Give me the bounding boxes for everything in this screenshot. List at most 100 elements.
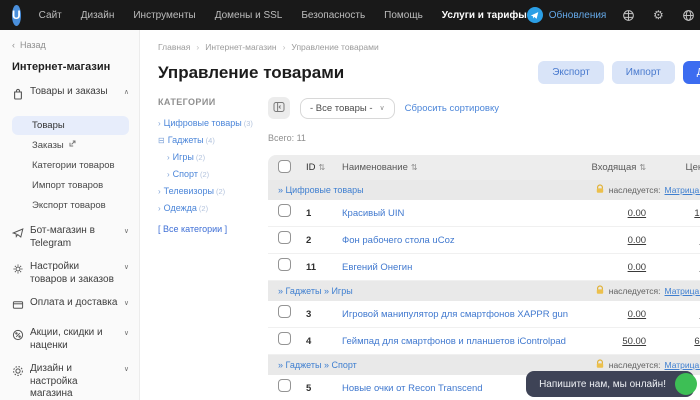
category-label: Игры: [172, 152, 194, 162]
back-button[interactable]: ‹ Назад: [12, 40, 129, 50]
sidebar-item-product-categories[interactable]: Категории товаров: [12, 156, 129, 175]
expand-arrow-icon[interactable]: ›: [167, 153, 170, 162]
category-gadgets[interactable]: ⊟ Гаджеты (4): [158, 132, 254, 149]
sidebar-section-products-orders[interactable]: Товары и заказы ∧: [12, 86, 129, 105]
collapse-panel-button[interactable]: [268, 97, 290, 119]
row-checkbox[interactable]: [278, 231, 291, 244]
row-checkbox[interactable]: [278, 204, 291, 217]
select-all-checkbox[interactable]: [278, 160, 291, 173]
chat-operator-avatar: [675, 373, 697, 395]
expand-arrow-icon[interactable]: ›: [158, 119, 161, 128]
sidebar-item-products[interactable]: Товары: [12, 116, 129, 135]
breadcrumb-home[interactable]: Главная: [158, 42, 190, 52]
sort-icon[interactable]: ⇅: [411, 163, 418, 172]
nav-item-tools[interactable]: Инструменты: [133, 10, 195, 21]
incoming-price-value[interactable]: 0.00: [628, 262, 647, 273]
top-navbar: U Сайт Дизайн Инструменты Домены и SSL Б…: [0, 0, 700, 30]
header-id[interactable]: ID ⇅: [306, 162, 342, 173]
table-row: 11 Евгений Онегин 0.00 1.00 ×: [268, 254, 700, 281]
sidebar-item-product-import[interactable]: Импорт товаров: [12, 176, 129, 195]
price-matrix-link[interactable]: Матрица цен по умолчанию: [665, 360, 700, 370]
nav-item-help[interactable]: Помощь: [384, 10, 423, 21]
price-matrix-link[interactable]: Матрица цен по умолчанию: [665, 185, 700, 195]
telegram-updates-icon[interactable]: [526, 7, 543, 23]
incoming-price-value[interactable]: 0.00: [628, 235, 647, 246]
lock-icon: [595, 285, 605, 297]
chat-widget[interactable]: Напишите нам, мы онлайн!: [526, 371, 697, 397]
all-categories-link[interactable]: [ Все категории ]: [158, 224, 254, 234]
incoming-price-value[interactable]: 0.00: [628, 309, 647, 320]
category-games[interactable]: › Игры (2): [158, 149, 254, 166]
product-id: 5: [306, 382, 312, 394]
back-chevron-icon: ‹: [12, 40, 15, 50]
section-label: Настройки товаров и заказов: [30, 261, 114, 285]
product-name-link[interactable]: Фон рабочего стола uCoz: [342, 235, 574, 246]
row-checkbox[interactable]: [278, 258, 291, 271]
category-label: Телевизоры: [163, 186, 214, 196]
sort-icon[interactable]: ⇅: [319, 163, 326, 172]
category-digital-goods[interactable]: › Цифровые товары (3): [158, 115, 254, 132]
total-count: Всего: 11: [268, 133, 306, 143]
sidebar-section-promotions-discounts[interactable]: Акции, скидки и наценки ∨: [12, 327, 129, 352]
header-name[interactable]: Наименование ⇅: [342, 162, 574, 173]
collapse-arrow-icon[interactable]: ⊟: [158, 136, 165, 145]
products-filter-dropdown[interactable]: - Все товары - ∨: [300, 97, 395, 119]
category-sport[interactable]: › Спорт (2): [158, 166, 254, 183]
category-clothes[interactable]: › Одежда (2): [158, 200, 254, 217]
nav-item-services-tariffs[interactable]: Услуги и тарифы: [442, 10, 527, 21]
lock-icon: [595, 184, 605, 196]
product-name-link[interactable]: Игровой манипулятор для смартфонов XAPPR…: [342, 309, 574, 320]
price-value[interactable]: 60.00: [694, 336, 700, 347]
expand-arrow-icon[interactable]: ›: [158, 204, 161, 213]
export-button[interactable]: Экспорт: [538, 61, 604, 84]
sidebar-section-shop-design-settings[interactable]: Дизайн и настройка магазина ∨: [12, 363, 129, 400]
sort-icon[interactable]: ⇅: [639, 163, 646, 172]
item-label: Категории товаров: [32, 160, 115, 171]
incoming-price-value[interactable]: 0.00: [628, 208, 647, 219]
product-name-link[interactable]: Красивый UIN: [342, 208, 574, 219]
group-category-link[interactable]: » Цифровые товары: [278, 185, 364, 195]
credit-card-icon: [12, 297, 24, 316]
reset-sorting-link[interactable]: Сбросить сортировку: [405, 103, 499, 114]
sidebar-section-payment-delivery[interactable]: Оплата и доставка ∨: [12, 297, 129, 316]
breadcrumb-shop[interactable]: Интернет-магазин: [205, 42, 276, 52]
expand-arrow-icon[interactable]: ›: [167, 170, 170, 179]
sidebar-section-product-order-settings[interactable]: Настройки товаров и заказов ∨: [12, 261, 129, 286]
expand-arrow-icon[interactable]: ›: [158, 187, 161, 196]
bag-icon: [12, 86, 24, 105]
category-tvs[interactable]: › Телевизоры (2): [158, 183, 254, 200]
language-icon[interactable]: [620, 7, 636, 23]
main-content: Главная › Интернет-магазин › Управление …: [140, 30, 700, 400]
chevron-down-icon: ∨: [379, 105, 385, 112]
header-incoming[interactable]: Входящая ⇅: [574, 162, 647, 173]
sidebar-item-orders[interactable]: Заказы: [12, 136, 129, 155]
incoming-price-value[interactable]: 50.00: [622, 336, 646, 347]
group-category-link[interactable]: » Гаджеты » Игры: [278, 286, 353, 296]
updates-link[interactable]: Обновления: [549, 10, 607, 21]
sidebar-section-telegram-bot-shop[interactable]: Бот-магазин в Telegram ∨: [11, 225, 129, 250]
row-checkbox[interactable]: [278, 379, 291, 392]
product-name-link[interactable]: Геймпад для смартфонов и планшетов iCont…: [342, 336, 574, 347]
row-checkbox[interactable]: [278, 332, 291, 345]
globe-icon[interactable]: [680, 7, 696, 23]
item-label: Товары: [32, 120, 65, 131]
product-name-link[interactable]: Евгений Онегин: [342, 262, 574, 273]
ucoz-logo[interactable]: U: [12, 4, 21, 26]
row-checkbox[interactable]: [278, 305, 291, 318]
settings-gear-icon[interactable]: ⚙: [650, 7, 666, 23]
nav-item-site[interactable]: Сайт: [39, 10, 62, 21]
add-product-button[interactable]: Добавить товар: [682, 61, 700, 84]
table-row: 4 Геймпад для смартфонов и планшетов iCo…: [268, 328, 700, 355]
categories-panel: КАТЕГОРИИ › Цифровые товары (3) ⊟ Гаджеты (4…: [158, 97, 254, 400]
chevron-down-icon: ∨: [123, 330, 129, 337]
nav-item-design[interactable]: Дизайн: [81, 10, 115, 21]
price-matrix-link[interactable]: Матрица цен по умолчанию: [665, 286, 700, 296]
nav-item-domains-ssl[interactable]: Домены и SSL: [215, 10, 283, 21]
price-value[interactable]: 10.00: [694, 208, 700, 219]
import-button[interactable]: Импорт: [611, 61, 675, 84]
sidebar-item-product-export[interactable]: Экспорт товаров: [12, 196, 129, 215]
group-category-link[interactable]: » Гаджеты » Спорт: [278, 360, 357, 370]
item-label: Заказы: [32, 140, 64, 151]
header-price[interactable]: Цена⇅: [646, 162, 700, 173]
nav-item-security[interactable]: Безопасность: [301, 10, 365, 21]
